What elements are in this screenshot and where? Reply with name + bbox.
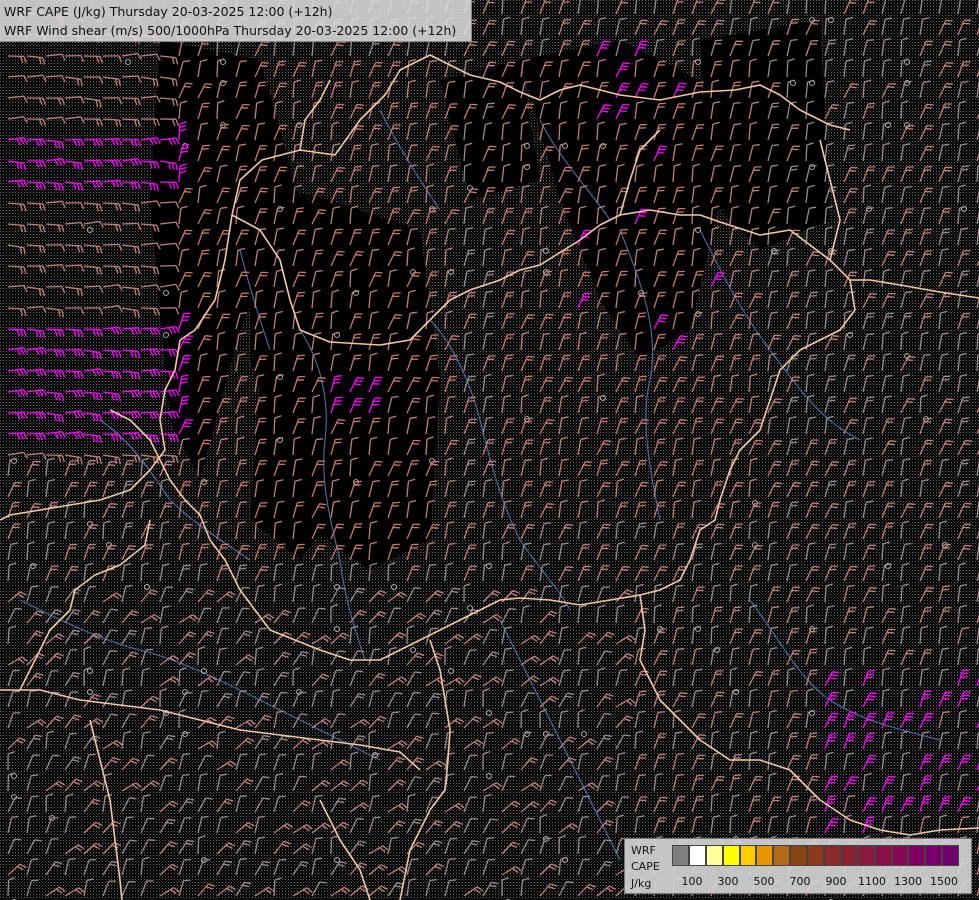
legend-swatch [756,845,774,866]
legend-swatch [891,845,909,866]
legend-swatch [824,845,841,866]
legend-color-scale [672,845,960,866]
legend-swatch [857,845,875,866]
weather-map [0,0,979,900]
map-title-wind-shear: WRF Wind shear (m/s) 500/1000hPa Thursda… [4,23,457,38]
legend-tick: 100 [681,875,703,888]
legend-swatch [874,845,892,866]
legend-tick: 500 [753,875,775,888]
legend-swatch [739,845,757,866]
legend-tick: 700 [789,875,811,888]
map-title-cape: WRF CAPE (J/kg) Thursday 20-03-2025 12:0… [4,4,333,19]
legend-label-model: WRF [631,844,656,857]
legend-swatch [807,845,825,866]
legend-swatch [840,845,858,866]
legend-swatch [908,845,926,866]
legend-label-variable: CAPE [631,860,660,873]
legend-swatch [705,845,723,866]
legend-swatch [722,845,740,866]
legend-swatch [672,845,689,866]
legend-tick-labels: 100 300 500 700 900 1100 1300 1500 [672,875,972,889]
map-title-box: WRF CAPE (J/kg) Thursday 20-03-2025 12:0… [0,0,472,42]
legend-swatch [942,845,960,866]
legend-swatch [925,845,943,866]
legend-swatch [790,845,808,866]
legend-swatch [773,845,791,866]
legend-tick: 300 [717,875,739,888]
legend-tick: 1500 [930,875,958,888]
legend-tick: 1100 [858,875,886,888]
legend-tick: 1300 [894,875,922,888]
legend-label-unit: J/kg [631,877,652,890]
legend-tick: 900 [825,875,847,888]
legend-swatch [688,845,706,866]
cape-legend: WRF CAPE J/kg 100 300 500 700 900 1100 1300 150… [624,838,972,894]
